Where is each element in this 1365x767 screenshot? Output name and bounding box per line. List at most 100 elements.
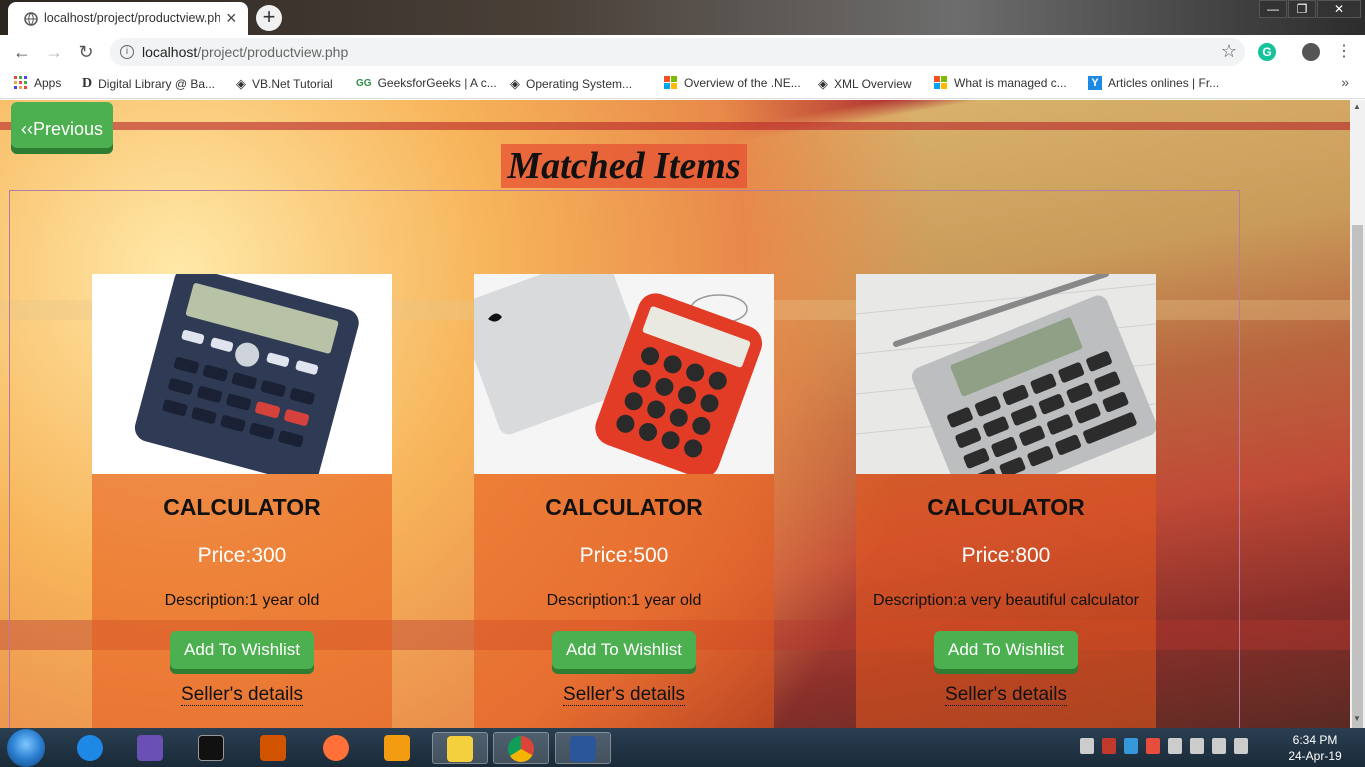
bookmark-label: XML Overview <box>834 77 912 91</box>
add-to-wishlist-button[interactable]: Add To Wishlist <box>552 631 696 669</box>
scroll-down-icon[interactable]: ▼ <box>1353 714 1361 723</box>
product-image-calculator[interactable] <box>856 274 1156 474</box>
menu-kebab-icon[interactable]: ⋮ <box>1336 41 1352 61</box>
url-path: /project/productview.php <box>197 44 349 60</box>
calculator-icon <box>856 274 1156 474</box>
close-tab-icon[interactable]: × <box>226 8 237 29</box>
microsoft-icon <box>934 76 947 89</box>
seller-details-label: Seller's details <box>945 684 1067 706</box>
y-icon: Y <box>1088 76 1102 90</box>
forward-arrow-icon[interactable]: → <box>43 41 65 63</box>
bookmark-label: Articles onlines | Fr... <box>1108 76 1220 90</box>
bluetooth-icon[interactable] <box>1124 738 1138 754</box>
speaker-icon[interactable] <box>1080 738 1094 754</box>
restore-button[interactable]: ❐ <box>1288 0 1316 18</box>
product-name: CALCULATOR <box>545 494 703 520</box>
microsoft-icon <box>664 76 677 89</box>
tray-app-icon[interactable] <box>1212 738 1226 754</box>
browser-tab-strip: localhost/project/productview.ph × + — ❐… <box>0 0 1365 35</box>
tab-title: localhost/project/productview.ph <box>44 11 220 25</box>
file-explorer-icon[interactable] <box>432 732 488 764</box>
minimize-button[interactable]: — <box>1259 0 1287 18</box>
close-window-button[interactable]: ✕ <box>1317 0 1361 18</box>
new-tab-button[interactable]: + <box>256 5 282 31</box>
heading-highlight: Matched Items <box>501 144 747 188</box>
scrollbar-thumb[interactable] <box>1352 225 1363 750</box>
seller-details-link[interactable]: Seller's details <box>474 684 774 706</box>
chevron-right-icon[interactable]: » <box>1341 74 1349 90</box>
product-image-calculator[interactable] <box>92 274 392 474</box>
previous-button[interactable]: ‹‹Previous <box>11 102 113 148</box>
info-icon[interactable]: i <box>120 45 134 59</box>
ms-office-icon[interactable] <box>245 732 301 764</box>
grammarly-extension-icon[interactable]: G <box>1258 43 1276 61</box>
add-to-wishlist-button[interactable]: Add To Wishlist <box>170 631 314 669</box>
seller-details-label: Seller's details <box>563 684 685 706</box>
seller-details-link[interactable]: Seller's details <box>92 684 392 706</box>
bookmark-apps[interactable]: Apps <box>14 76 61 90</box>
product-image-calculator[interactable] <box>474 274 774 474</box>
start-button[interactable] <box>7 729 45 767</box>
browser-tab[interactable]: localhost/project/productview.ph × <box>8 2 248 35</box>
bookmark-xml-overview[interactable]: ◈ XML Overview <box>818 76 912 92</box>
add-to-wishlist-button[interactable]: Add To Wishlist <box>934 631 1078 669</box>
bookmark-vbnet[interactable]: ◈ VB.Net Tutorial <box>236 76 333 92</box>
product-price: Price:300 <box>197 544 287 567</box>
reload-icon[interactable]: ↻ <box>75 41 97 63</box>
bookmark-dotnet-overview[interactable]: Overview of the .NE... <box>664 76 801 90</box>
internet-explorer-icon[interactable] <box>62 732 118 764</box>
windows-taskbar: 6:34 PM 24-Apr-19 <box>0 728 1365 767</box>
firefox-icon[interactable] <box>308 732 364 764</box>
word-icon[interactable] <box>555 732 611 764</box>
account-avatar-icon[interactable] <box>1302 43 1320 61</box>
tutorial-icon: ◈ <box>236 76 246 91</box>
product-name: CALCULATOR <box>927 494 1085 520</box>
globe-icon <box>24 12 38 26</box>
bookmark-label: Overview of the .NE... <box>684 76 801 90</box>
system-tray <box>1080 738 1248 754</box>
bookmark-label: Operating System... <box>526 77 633 91</box>
scroll-up-icon[interactable]: ▲ <box>1353 102 1361 111</box>
media-player-icon[interactable] <box>369 732 425 764</box>
visual-studio-icon[interactable] <box>122 732 178 764</box>
taskbar-clock[interactable]: 6:34 PM 24-Apr-19 <box>1280 732 1350 764</box>
seller-details-label: Seller's details <box>181 684 303 706</box>
command-prompt-icon[interactable] <box>183 732 239 764</box>
address-bar[interactable]: i localhost/project/productview.php ☆ <box>110 38 1245 66</box>
product-price: Price:800 <box>961 544 1051 567</box>
window-controls: — ❐ ✕ <box>1258 0 1361 18</box>
back-arrow-icon[interactable]: ← <box>11 41 33 63</box>
tray-q-icon[interactable] <box>1146 738 1160 754</box>
bookmarks-bar: Apps D Digital Library @ Ba... ◈ VB.Net … <box>0 69 1365 99</box>
bookmark-digital-library[interactable]: D Digital Library @ Ba... <box>82 76 215 92</box>
bookmark-managed-code[interactable]: What is managed c... <box>934 76 1067 90</box>
signal-icon[interactable] <box>1168 738 1182 754</box>
page-scrollbar[interactable]: ▲ ▼ <box>1350 100 1365 750</box>
apps-grid-icon <box>14 76 27 89</box>
bookmark-label: Apps <box>34 76 62 90</box>
d-logo-icon: D <box>82 76 93 91</box>
product-price: Price:500 <box>579 544 669 567</box>
seller-details-link[interactable]: Seller's details <box>856 684 1156 706</box>
tray-app-icon[interactable] <box>1102 738 1116 754</box>
bookmark-geeksforgeeks[interactable]: GG GeeksforGeeks | A c... <box>356 76 497 90</box>
flag-icon[interactable] <box>1234 738 1248 754</box>
bookmark-articles-online[interactable]: Y Articles onlines | Fr... <box>1088 76 1219 90</box>
bookmark-star-icon[interactable]: ☆ <box>1221 41 1237 62</box>
url-host: localhost <box>142 44 198 60</box>
product-description: Description:a very beautiful calculator <box>873 592 1139 609</box>
tutorial-icon: ◈ <box>510 76 520 91</box>
bookmark-label: Digital Library @ Ba... <box>98 77 216 91</box>
product-description: Description:1 year old <box>546 592 702 609</box>
product-card: CALCULATOR Price:500 Description:1 year … <box>474 274 774 728</box>
bookmark-label: VB.Net Tutorial <box>252 77 333 91</box>
page-viewport: ‹‹Previous Matched Items CALCULATOR Pric… <box>0 100 1350 728</box>
battery-icon[interactable] <box>1190 738 1204 754</box>
bookmark-operating-system[interactable]: ◈ Operating System... <box>510 76 632 92</box>
bookmark-label: GeeksforGeeks | A c... <box>377 76 497 90</box>
clock-time: 6:34 PM <box>1292 733 1338 747</box>
browser-toolbar: ← → ↻ i localhost/project/productview.ph… <box>0 35 1365 69</box>
product-description: Description:1 year old <box>164 592 320 609</box>
bookmark-label: What is managed c... <box>954 76 1067 90</box>
chrome-icon[interactable] <box>493 732 549 764</box>
